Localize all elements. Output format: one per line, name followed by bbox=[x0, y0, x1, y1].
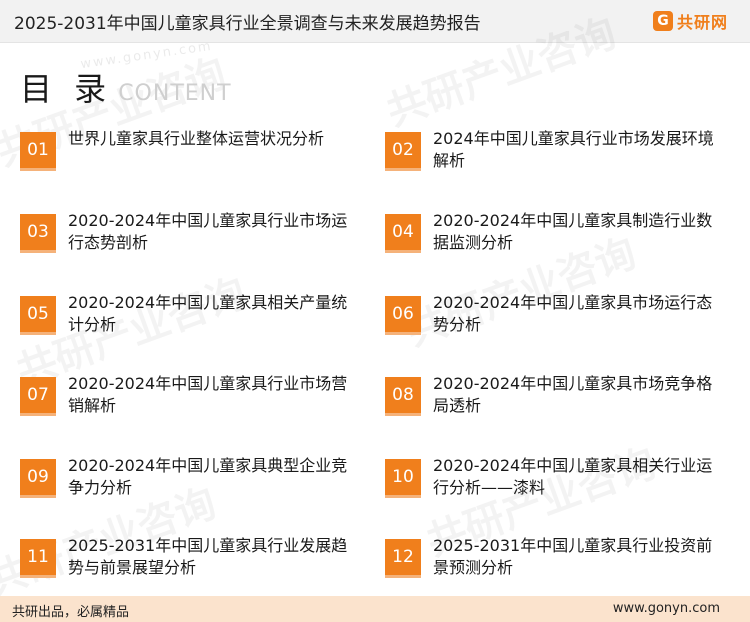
toc-item-label: 2024年中国儿童家具行业市场发展环境解析 bbox=[433, 129, 714, 170]
toc-item-number: 03 bbox=[20, 214, 56, 253]
toc-item-number: 06 bbox=[385, 296, 421, 335]
toc-item[interactable]: 12 2025-2031年中国儿童家具行业投资前景预测分析 bbox=[385, 535, 715, 587]
toc-item-number: 04 bbox=[385, 214, 421, 253]
toc-item-number: 10 bbox=[385, 459, 421, 498]
toc-item-number: 11 bbox=[20, 539, 56, 578]
toc-subtitle: CONTENT bbox=[118, 81, 232, 106]
toc-item-label: 2025-2031年中国儿童家具行业发展趋势与前景展望分析 bbox=[68, 536, 348, 577]
toc-item[interactable]: 05 2020-2024年中国儿童家具相关产量统计分析 bbox=[20, 292, 350, 344]
toc-item[interactable]: 01 世界儿童家具行业整体运营状况分析 bbox=[20, 128, 350, 180]
footer: 共研出品，必属精品 www.gonyn.com bbox=[0, 596, 750, 622]
toc-item-label: 2020-2024年中国儿童家具相关产量统计分析 bbox=[68, 293, 348, 334]
report-header: 2025-2031年中国儿童家具行业全景调查与未来发展趋势报告 G 共研网 bbox=[0, 0, 750, 43]
toc-item[interactable]: 02 2024年中国儿童家具行业市场发展环境解析 bbox=[385, 128, 715, 180]
logo-text: 共研网 bbox=[676, 13, 728, 32]
toc-item-number: 02 bbox=[385, 132, 421, 171]
toc-item-number: 08 bbox=[385, 377, 421, 416]
toc-item-label: 2020-2024年中国儿童家具典型企业竞争力分析 bbox=[68, 456, 348, 497]
toc-item[interactable]: 08 2020-2024年中国儿童家具市场竞争格局透析 bbox=[385, 373, 715, 425]
toc-item[interactable]: 09 2020-2024年中国儿童家具典型企业竞争力分析 bbox=[20, 455, 350, 507]
footer-url[interactable]: www.gonyn.com bbox=[613, 601, 720, 616]
toc-item[interactable]: 10 2020-2024年中国儿童家具相关行业运行分析——漆料 bbox=[385, 455, 715, 507]
toc-item-label: 2020-2024年中国儿童家具市场运行态势分析 bbox=[433, 293, 713, 334]
toc-item-number: 12 bbox=[385, 539, 421, 578]
gonyn-logo[interactable]: G 共研网 bbox=[652, 9, 728, 33]
toc-item[interactable]: 03 2020-2024年中国儿童家具行业市场运行态势剖析 bbox=[20, 210, 350, 262]
toc-item[interactable]: 07 2020-2024年中国儿童家具行业市场营销解析 bbox=[20, 373, 350, 425]
toc-item-label: 2020-2024年中国儿童家具行业市场营销解析 bbox=[68, 374, 348, 415]
toc-item[interactable]: 04 2020-2024年中国儿童家具制造行业数据监测分析 bbox=[385, 210, 715, 262]
toc-item-label: 2020-2024年中国儿童家具制造行业数据监测分析 bbox=[433, 211, 713, 252]
toc-item[interactable]: 06 2020-2024年中国儿童家具市场运行态势分析 bbox=[385, 292, 715, 344]
toc-item-label: 2020-2024年中国儿童家具行业市场运行态势剖析 bbox=[68, 211, 348, 252]
footer-slogan: 共研出品，必属精品 bbox=[12, 605, 130, 620]
toc-heading: 目 录 CONTENT bbox=[20, 64, 232, 110]
toc-item-label: 2025-2031年中国儿童家具行业投资前景预测分析 bbox=[433, 536, 713, 577]
toc-item-number: 07 bbox=[20, 377, 56, 416]
logo-icon: G bbox=[652, 11, 673, 31]
toc-item-label: 世界儿童家具行业整体运营状况分析 bbox=[68, 129, 325, 148]
toc-item-number: 09 bbox=[20, 459, 56, 498]
toc-item-number: 01 bbox=[20, 132, 56, 171]
report-title: 2025-2031年中国儿童家具行业全景调查与未来发展趋势报告 bbox=[14, 14, 481, 34]
toc-item-number: 05 bbox=[20, 296, 56, 335]
toc-item-label: 2020-2024年中国儿童家具相关行业运行分析——漆料 bbox=[433, 456, 713, 497]
toc-item[interactable]: 11 2025-2031年中国儿童家具行业发展趋势与前景展望分析 bbox=[20, 535, 350, 587]
toc-title: 目 录 bbox=[20, 70, 113, 108]
toc-item-label: 2020-2024年中国儿童家具市场竞争格局透析 bbox=[433, 374, 713, 415]
